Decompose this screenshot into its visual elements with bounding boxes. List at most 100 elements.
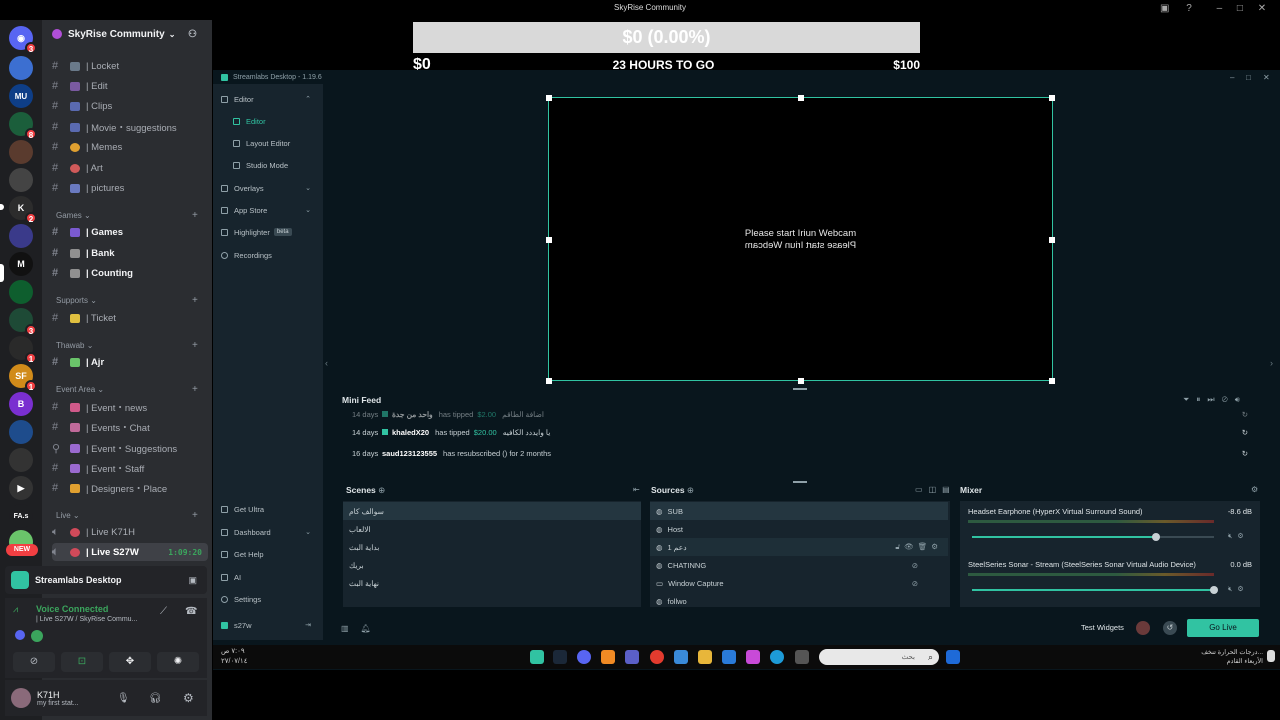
minimize-icon[interactable]: – (1217, 3, 1223, 14)
weather-widget[interactable]: درجات الحرارة تنخف... الأربعاء القادم (1183, 648, 1263, 666)
nav-recordings[interactable]: Recordings (221, 248, 321, 262)
server-icon[interactable]: MU (9, 84, 33, 108)
replay-icon[interactable]: ↻ (1242, 428, 1248, 437)
scene-item[interactable]: سوالف كام (343, 502, 641, 520)
category-header[interactable]: Live ⌄ + (56, 510, 198, 521)
feed-row[interactable]: 14 days واحد من جدة has tipped $2.00 اضا… (338, 405, 1248, 423)
nav-dashboard[interactable]: Dashboard ⌄ (221, 525, 321, 539)
windows-start-icon[interactable] (946, 650, 960, 664)
resize-grip-icon[interactable] (793, 481, 807, 483)
scene-item[interactable]: بداية البث (343, 538, 379, 556)
server-icon[interactable] (9, 140, 33, 164)
record-button[interactable] (1136, 621, 1150, 635)
group-icon[interactable]: ◫ (929, 485, 943, 494)
minimize-icon[interactable]: – (1230, 73, 1234, 82)
discord-icon[interactable] (577, 650, 591, 664)
channel-item[interactable]: # | Event・news (52, 398, 208, 416)
server-icon[interactable]: M (9, 252, 33, 276)
channel-item[interactable]: # | Events・Chat (52, 418, 208, 436)
channel-item[interactable]: # | Event・Staff (52, 459, 208, 477)
channel-item[interactable]: # | Art (52, 159, 208, 177)
app-icon[interactable] (795, 650, 809, 664)
plus-icon[interactable]: + (192, 210, 198, 221)
server-icon[interactable] (9, 280, 33, 304)
guild-header[interactable]: SkyRise Community ⌄ ⚇ (42, 20, 212, 48)
app-icon[interactable] (601, 650, 615, 664)
avatar[interactable] (11, 688, 31, 708)
server-icon[interactable]: 1 (9, 336, 37, 364)
resize-handle[interactable] (798, 95, 804, 101)
filter-icon[interactable]: ⏷ (1183, 395, 1196, 404)
properties-icon[interactable]: ▤ (942, 485, 956, 494)
category-header[interactable]: Event Area ⌄ + (56, 384, 198, 395)
server-icon[interactable] (9, 224, 33, 248)
close-icon[interactable]: ✕ (1258, 3, 1266, 14)
source-item[interactable]: ◍ follwo (650, 592, 687, 610)
server-icon[interactable] (9, 56, 33, 80)
nav-get-help[interactable]: Get Help (221, 547, 321, 561)
voice-channel-item[interactable]: 🔈︎ | Live K71H (52, 523, 208, 541)
category-header[interactable]: Supports ⌄ + (56, 295, 198, 306)
nav-editor-sub[interactable]: Editor (233, 114, 333, 128)
source-item[interactable]: ◍ Host (650, 520, 683, 538)
test-widgets-button[interactable]: Test Widgets (1081, 623, 1124, 632)
replay-icon[interactable]: ↻ (1242, 449, 1248, 458)
stats-icon[interactable]: ▥ (341, 624, 361, 633)
resize-handle[interactable] (546, 95, 552, 101)
nav-layout-editor[interactable]: Layout Editor (233, 136, 333, 150)
scene-transitions-icon[interactable]: ⇤ (633, 485, 640, 494)
nav-settings[interactable]: Settings (221, 592, 321, 606)
resize-handle[interactable] (1049, 378, 1055, 384)
channel-item[interactable]: # | Memes (52, 138, 208, 156)
voice-user-avatar[interactable] (15, 630, 25, 640)
nav-highlighter[interactable]: Highlighter beta (221, 225, 321, 239)
go-live-button[interactable]: Go Live (1187, 619, 1259, 637)
server-icon[interactable]: FA.s (9, 504, 33, 528)
server-icon[interactable]: K2 (9, 196, 37, 224)
new-badge[interactable]: NEW (6, 544, 38, 556)
replay-buffer-button[interactable]: ↺ (1163, 621, 1177, 635)
taskbar-search[interactable]: بحث ⌕ (819, 649, 939, 665)
resize-handle[interactable] (546, 378, 552, 384)
discord-home-icon[interactable]: ◉ 3 (9, 26, 37, 54)
server-icon[interactable]: B (9, 392, 33, 416)
voice-channel-name[interactable]: | Live S27W / SkyRise Commu... (36, 616, 137, 623)
resize-handle[interactable] (1049, 95, 1055, 101)
server-icon[interactable] (9, 168, 33, 192)
plus-icon[interactable]: + (192, 340, 198, 351)
microphone-icon[interactable]: 🎙︎ (117, 693, 130, 704)
nav-studio-mode[interactable]: Studio Mode (233, 158, 333, 172)
logout-icon[interactable]: ⇥ (305, 621, 311, 629)
replay-icon[interactable]: ↻ (1242, 410, 1248, 419)
add-scene-icon[interactable]: ⊕ (378, 485, 385, 495)
nav-account[interactable]: s27w ⇥ (221, 618, 321, 632)
close-icon[interactable]: ✕ (1263, 73, 1270, 82)
source-item[interactable]: ◍ SUB (650, 502, 948, 520)
volume-knob[interactable] (1151, 533, 1160, 541)
soundboard-button[interactable]: ✺ (157, 652, 199, 672)
hidden-eye-icon[interactable]: ⊘ (912, 561, 918, 570)
camera-off-button[interactable]: ⊘ (13, 652, 55, 672)
help-icon[interactable]: ? (1186, 3, 1192, 14)
steam-icon[interactable] (553, 650, 567, 664)
channel-item[interactable]: # | Ajr (52, 353, 208, 371)
channel-item[interactable]: # | Clips (52, 97, 208, 115)
collapse-left-icon[interactable]: ‹ (325, 358, 328, 368)
server-icon[interactable] (9, 448, 33, 472)
plus-icon[interactable]: + (192, 384, 198, 395)
feed-row[interactable]: 16 days saud123123555 has resubscribed (… (338, 444, 1248, 462)
category-header[interactable]: Thawab ⌄ + (56, 340, 198, 351)
headphones-icon[interactable]: 🎧︎ (149, 693, 162, 704)
scene-item[interactable]: بريك (343, 556, 364, 574)
feed-row[interactable]: 14 days khaledX20 has tipped $20.00 يا و… (338, 423, 1248, 441)
mixer-row-controls[interactable]: 🔇︎⚙ (1228, 585, 1249, 594)
mail-icon[interactable] (722, 650, 736, 664)
channel-item[interactable]: # | Edit (52, 77, 208, 95)
volume-slider[interactable] (972, 533, 1214, 541)
add-member-icon[interactable]: ⚇ (188, 29, 197, 40)
stream-preview[interactable]: Please start Iriun Webcam Please start I… (546, 95, 1055, 384)
screen-share-icon[interactable]: ▣ (188, 575, 197, 586)
scene-item[interactable]: الالعاب (343, 520, 371, 538)
source-row-controls[interactable]: 🔓︎👁︎🗑︎⚙ (895, 542, 942, 552)
gear-icon[interactable]: ⚙ (183, 691, 194, 705)
